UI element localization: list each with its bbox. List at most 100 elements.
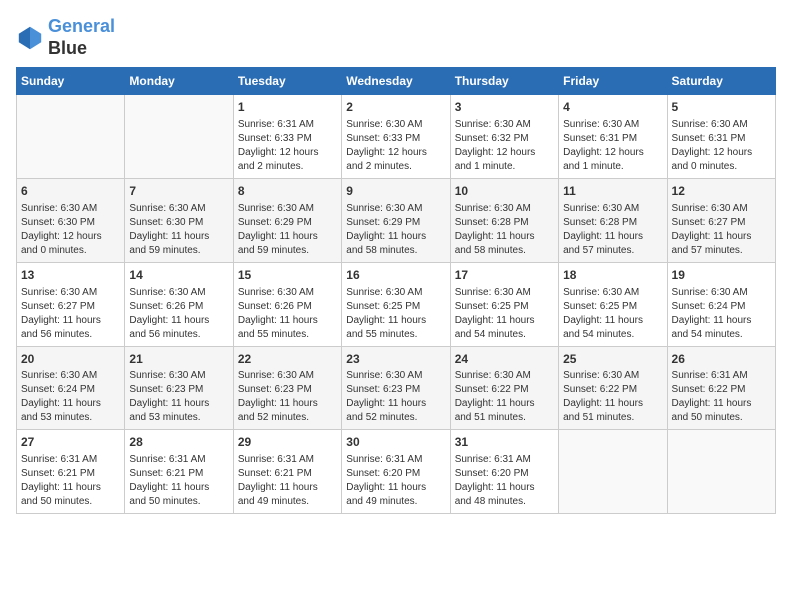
day-info: Sunrise: 6:30 AM Sunset: 6:24 PM Dayligh… xyxy=(672,286,771,342)
day-number: 23 xyxy=(346,351,445,368)
header-monday: Monday xyxy=(125,68,233,95)
header-friday: Friday xyxy=(559,68,667,95)
day-info: Sunrise: 6:30 AM Sunset: 6:25 PM Dayligh… xyxy=(455,286,554,342)
day-info: Sunrise: 6:30 AM Sunset: 6:27 PM Dayligh… xyxy=(21,286,120,342)
day-number: 10 xyxy=(455,183,554,200)
calendar-week-1: 1Sunrise: 6:31 AM Sunset: 6:33 PM Daylig… xyxy=(17,95,776,179)
header-wednesday: Wednesday xyxy=(342,68,450,95)
day-number: 18 xyxy=(563,267,662,284)
day-number: 11 xyxy=(563,183,662,200)
calendar-cell: 5 Sunrise: 6:30 AM Sunset: 6:31 PM Daylig… xyxy=(667,95,775,179)
day-number: 9 xyxy=(346,183,445,200)
day-info: Sunrise: 6:30 AM Sunset: 6:31 PM Dayligh… xyxy=(672,118,771,174)
day-info: Sunrise: 6:30 AM Sunset: 6:25 PM Dayligh… xyxy=(346,286,445,342)
day-number: 8 xyxy=(238,183,337,200)
day-number: 2 xyxy=(346,99,445,116)
calendar-cell: 7 Sunrise: 6:30 AM Sunset: 6:30 PM Daylig… xyxy=(125,178,233,262)
day-number: 24 xyxy=(455,351,554,368)
day-info: Sunrise: 6:30 AM Sunset: 6:27 PM Dayligh… xyxy=(672,202,771,258)
day-number: 27 xyxy=(21,434,120,451)
logo-text: General Blue xyxy=(48,16,115,59)
day-number: 31 xyxy=(455,434,554,451)
calendar-table: SundayMondayTuesdayWednesdayThursdayFrid… xyxy=(16,67,776,514)
logo-icon xyxy=(16,24,44,52)
calendar-week-5: 27 Sunrise: 6:31 AM Sunset: 6:21 PM Dayli… xyxy=(17,430,776,514)
calendar-header-row: SundayMondayTuesdayWednesdayThursdayFrid… xyxy=(17,68,776,95)
calendar-cell: 31 Sunrise: 6:31 AM Sunset: 6:20 PM Dayli… xyxy=(450,430,558,514)
calendar-cell xyxy=(667,430,775,514)
day-info: Sunrise: 6:30 AM Sunset: 6:33 PM Dayligh… xyxy=(346,118,445,174)
day-info: Sunrise: 6:30 AM Sunset: 6:23 PM Dayligh… xyxy=(129,369,228,425)
day-number: 15 xyxy=(238,267,337,284)
day-number: 5 xyxy=(672,99,771,116)
day-info: Sunrise: 6:30 AM Sunset: 6:23 PM Dayligh… xyxy=(346,369,445,425)
day-info: Sunrise: 6:30 AM Sunset: 6:28 PM Dayligh… xyxy=(563,202,662,258)
calendar-cell: 11 Sunrise: 6:30 AM Sunset: 6:28 PM Dayli… xyxy=(559,178,667,262)
day-info: Sunrise: 6:31 AM Sunset: 6:21 PM Dayligh… xyxy=(21,453,120,509)
day-number: 28 xyxy=(129,434,228,451)
day-info: Sunrise: 6:31 AM Sunset: 6:22 PM Dayligh… xyxy=(672,369,771,425)
day-info: Sunrise: 6:30 AM Sunset: 6:32 PM Dayligh… xyxy=(455,118,554,174)
day-info: Sunrise: 6:30 AM Sunset: 6:28 PM Dayligh… xyxy=(455,202,554,258)
calendar-cell: 1Sunrise: 6:31 AM Sunset: 6:33 PM Daylig… xyxy=(233,95,341,179)
calendar-cell: 8 Sunrise: 6:30 AM Sunset: 6:29 PM Daylig… xyxy=(233,178,341,262)
day-info: Sunrise: 6:30 AM Sunset: 6:30 PM Dayligh… xyxy=(129,202,228,258)
day-number: 12 xyxy=(672,183,771,200)
day-number: 20 xyxy=(21,351,120,368)
header-sunday: Sunday xyxy=(17,68,125,95)
page-header: General Blue xyxy=(16,16,776,59)
calendar-cell: 25Sunrise: 6:30 AM Sunset: 6:22 PM Dayli… xyxy=(559,346,667,430)
day-info: Sunrise: 6:31 AM Sunset: 6:21 PM Dayligh… xyxy=(129,453,228,509)
day-number: 7 xyxy=(129,183,228,200)
day-number: 29 xyxy=(238,434,337,451)
day-number: 19 xyxy=(672,267,771,284)
calendar-cell: 23Sunrise: 6:30 AM Sunset: 6:23 PM Dayli… xyxy=(342,346,450,430)
day-info: Sunrise: 6:30 AM Sunset: 6:26 PM Dayligh… xyxy=(129,286,228,342)
calendar-cell: 18 Sunrise: 6:30 AM Sunset: 6:25 PM Dayli… xyxy=(559,262,667,346)
calendar-cell xyxy=(17,95,125,179)
calendar-cell: 2 Sunrise: 6:30 AM Sunset: 6:33 PM Daylig… xyxy=(342,95,450,179)
day-number: 17 xyxy=(455,267,554,284)
calendar-cell: 28 Sunrise: 6:31 AM Sunset: 6:21 PM Dayli… xyxy=(125,430,233,514)
calendar-cell: 27 Sunrise: 6:31 AM Sunset: 6:21 PM Dayli… xyxy=(17,430,125,514)
calendar-cell: 16 Sunrise: 6:30 AM Sunset: 6:25 PM Dayli… xyxy=(342,262,450,346)
calendar-cell: 30Sunrise: 6:31 AM Sunset: 6:20 PM Dayli… xyxy=(342,430,450,514)
day-info: Sunrise: 6:30 AM Sunset: 6:26 PM Dayligh… xyxy=(238,286,337,342)
calendar-cell: 15 Sunrise: 6:30 AM Sunset: 6:26 PM Dayli… xyxy=(233,262,341,346)
calendar-cell: 17 Sunrise: 6:30 AM Sunset: 6:25 PM Dayli… xyxy=(450,262,558,346)
calendar-cell: 20Sunrise: 6:30 AM Sunset: 6:24 PM Dayli… xyxy=(17,346,125,430)
day-info: Sunrise: 6:30 AM Sunset: 6:24 PM Dayligh… xyxy=(21,369,120,425)
day-info: Sunrise: 6:30 AM Sunset: 6:22 PM Dayligh… xyxy=(455,369,554,425)
day-number: 25 xyxy=(563,351,662,368)
calendar-cell: 4 Sunrise: 6:30 AM Sunset: 6:31 PM Daylig… xyxy=(559,95,667,179)
header-saturday: Saturday xyxy=(667,68,775,95)
calendar-week-2: 6Sunrise: 6:30 AM Sunset: 6:30 PM Daylig… xyxy=(17,178,776,262)
day-number: 4 xyxy=(563,99,662,116)
calendar-cell: 6Sunrise: 6:30 AM Sunset: 6:30 PM Daylig… xyxy=(17,178,125,262)
day-number: 16 xyxy=(346,267,445,284)
day-number: 3 xyxy=(455,99,554,116)
calendar-cell: 12 Sunrise: 6:30 AM Sunset: 6:27 PM Dayli… xyxy=(667,178,775,262)
day-number: 26 xyxy=(672,351,771,368)
day-number: 22 xyxy=(238,351,337,368)
calendar-cell: 9 Sunrise: 6:30 AM Sunset: 6:29 PM Daylig… xyxy=(342,178,450,262)
calendar-cell: 21Sunrise: 6:30 AM Sunset: 6:23 PM Dayli… xyxy=(125,346,233,430)
day-number: 13 xyxy=(21,267,120,284)
day-info: Sunrise: 6:30 AM Sunset: 6:29 PM Dayligh… xyxy=(346,202,445,258)
calendar-cell xyxy=(559,430,667,514)
day-number: 1 xyxy=(238,99,337,116)
day-info: Sunrise: 6:31 AM Sunset: 6:20 PM Dayligh… xyxy=(346,453,445,509)
calendar-cell: 29Sunrise: 6:31 AM Sunset: 6:21 PM Dayli… xyxy=(233,430,341,514)
day-info: Sunrise: 6:30 AM Sunset: 6:29 PM Dayligh… xyxy=(238,202,337,258)
calendar-cell: 3 Sunrise: 6:30 AM Sunset: 6:32 PM Daylig… xyxy=(450,95,558,179)
calendar-cell: 26Sunrise: 6:31 AM Sunset: 6:22 PM Dayli… xyxy=(667,346,775,430)
day-info: Sunrise: 6:30 AM Sunset: 6:30 PM Dayligh… xyxy=(21,202,120,258)
day-info: Sunrise: 6:30 AM Sunset: 6:23 PM Dayligh… xyxy=(238,369,337,425)
day-number: 14 xyxy=(129,267,228,284)
day-info: Sunrise: 6:30 AM Sunset: 6:25 PM Dayligh… xyxy=(563,286,662,342)
calendar-cell: 14 Sunrise: 6:30 AM Sunset: 6:26 PM Dayli… xyxy=(125,262,233,346)
calendar-cell: 10 Sunrise: 6:30 AM Sunset: 6:28 PM Dayli… xyxy=(450,178,558,262)
day-info: Sunrise: 6:30 AM Sunset: 6:31 PM Dayligh… xyxy=(563,118,662,174)
header-tuesday: Tuesday xyxy=(233,68,341,95)
day-info: Sunrise: 6:31 AM Sunset: 6:20 PM Dayligh… xyxy=(455,453,554,509)
